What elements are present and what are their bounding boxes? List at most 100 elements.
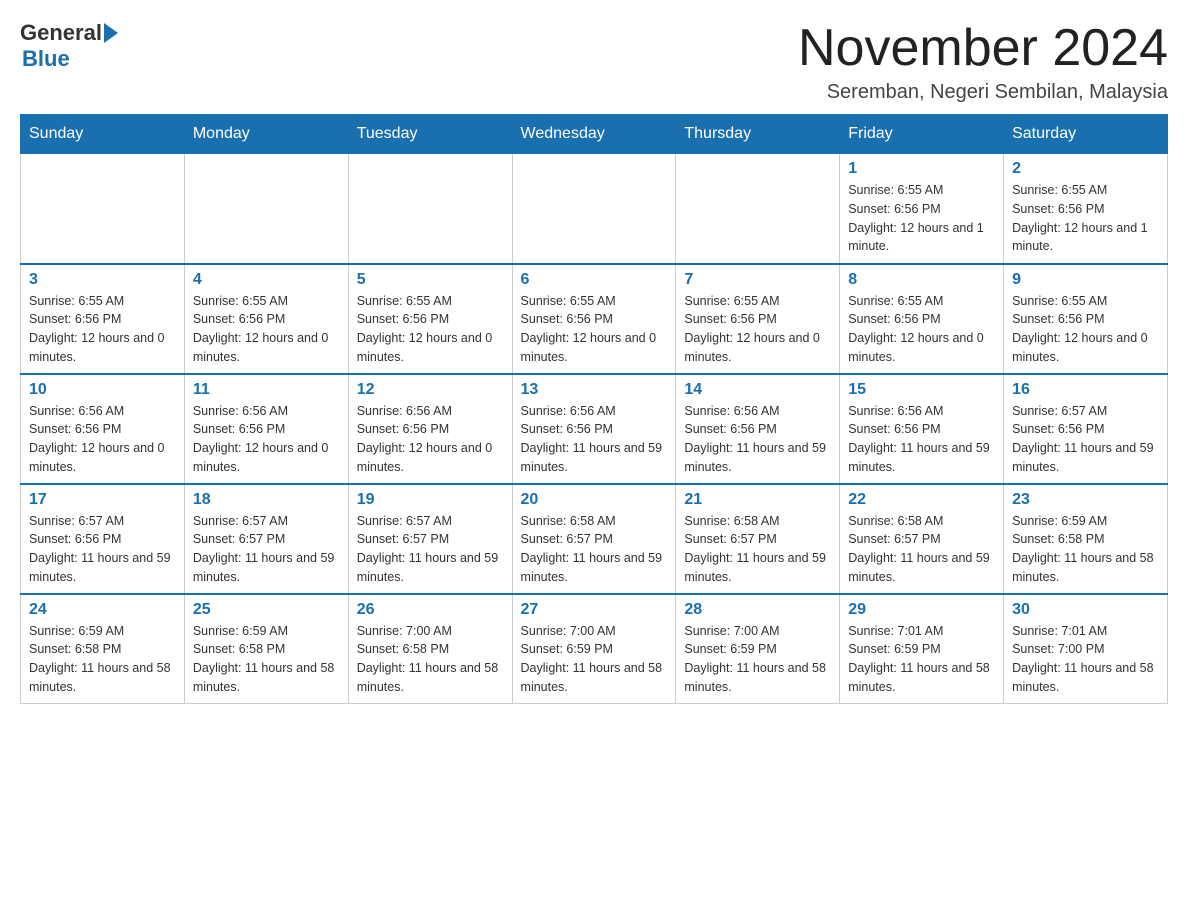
day-number: 19 [357,491,504,509]
day-number: 23 [1012,491,1159,509]
day-info: Sunrise: 6:55 AMSunset: 6:56 PMDaylight:… [848,181,995,256]
calendar-cell: 28 Sunrise: 7:00 AMSunset: 6:59 PMDayligh… [676,594,840,704]
day-info: Sunrise: 6:58 AMSunset: 6:57 PMDaylight:… [684,512,831,587]
calendar-cell: 13 Sunrise: 6:56 AMSunset: 6:56 PMDayligh… [512,374,676,484]
calendar-cell: 8 Sunrise: 6:55 AMSunset: 6:56 PMDaylight… [840,264,1004,374]
day-number: 12 [357,381,504,399]
day-info: Sunrise: 6:55 AMSunset: 6:56 PMDaylight:… [848,292,995,367]
day-info: Sunrise: 6:57 AMSunset: 6:56 PMDaylight:… [1012,402,1159,477]
week-row-5: 24 Sunrise: 6:59 AMSunset: 6:58 PMDayligh… [21,594,1168,704]
day-number: 26 [357,601,504,619]
month-title: November 2024 [798,20,1168,77]
week-row-1: 1 Sunrise: 6:55 AMSunset: 6:56 PMDaylight… [21,154,1168,264]
day-info: Sunrise: 7:01 AMSunset: 6:59 PMDaylight:… [848,622,995,697]
col-header-friday: Friday [840,115,1004,154]
calendar-cell: 18 Sunrise: 6:57 AMSunset: 6:57 PMDayligh… [184,484,348,594]
day-number: 28 [684,601,831,619]
calendar-cell: 26 Sunrise: 7:00 AMSunset: 6:58 PMDayligh… [348,594,512,704]
day-info: Sunrise: 6:56 AMSunset: 6:56 PMDaylight:… [193,402,340,477]
week-row-4: 17 Sunrise: 6:57 AMSunset: 6:56 PMDayligh… [21,484,1168,594]
day-number: 8 [848,271,995,289]
calendar-cell: 1 Sunrise: 6:55 AMSunset: 6:56 PMDaylight… [840,154,1004,264]
day-number: 6 [521,271,668,289]
col-header-saturday: Saturday [1004,115,1168,154]
day-number: 10 [29,381,176,399]
day-number: 27 [521,601,668,619]
calendar-cell: 16 Sunrise: 6:57 AMSunset: 6:56 PMDayligh… [1004,374,1168,484]
day-number: 2 [1012,160,1159,178]
day-info: Sunrise: 6:59 AMSunset: 6:58 PMDaylight:… [29,622,176,697]
day-info: Sunrise: 6:55 AMSunset: 6:56 PMDaylight:… [193,292,340,367]
day-number: 17 [29,491,176,509]
day-number: 22 [848,491,995,509]
day-info: Sunrise: 6:57 AMSunset: 6:57 PMDaylight:… [193,512,340,587]
week-row-2: 3Sunrise: 6:55 AMSunset: 6:56 PMDaylight… [21,264,1168,374]
day-info: Sunrise: 6:57 AMSunset: 6:56 PMDaylight:… [29,512,176,587]
col-header-sunday: Sunday [21,115,185,154]
calendar-cell: 2 Sunrise: 6:55 AMSunset: 6:56 PMDaylight… [1004,154,1168,264]
logo: General Blue [20,20,118,72]
calendar-cell: 10Sunrise: 6:56 AMSunset: 6:56 PMDayligh… [21,374,185,484]
day-number: 11 [193,381,340,399]
day-number: 13 [521,381,668,399]
day-number: 15 [848,381,995,399]
day-info: Sunrise: 6:55 AMSunset: 6:56 PMDaylight:… [1012,181,1159,256]
day-info: Sunrise: 6:55 AMSunset: 6:56 PMDaylight:… [1012,292,1159,367]
day-number: 30 [1012,601,1159,619]
calendar-cell: 22 Sunrise: 6:58 AMSunset: 6:57 PMDayligh… [840,484,1004,594]
page-header: General Blue November 2024 Seremban, Neg… [20,20,1168,104]
col-header-monday: Monday [184,115,348,154]
day-info: Sunrise: 6:56 AMSunset: 6:56 PMDaylight:… [521,402,668,477]
col-header-wednesday: Wednesday [512,115,676,154]
calendar-cell: 27 Sunrise: 7:00 AMSunset: 6:59 PMDayligh… [512,594,676,704]
day-info: Sunrise: 6:59 AMSunset: 6:58 PMDaylight:… [193,622,340,697]
calendar-cell: 17 Sunrise: 6:57 AMSunset: 6:56 PMDayligh… [21,484,185,594]
day-info: Sunrise: 6:55 AMSunset: 6:56 PMDaylight:… [521,292,668,367]
day-info: Sunrise: 6:56 AMSunset: 6:56 PMDaylight:… [357,402,504,477]
day-info: Sunrise: 6:58 AMSunset: 6:57 PMDaylight:… [521,512,668,587]
calendar-cell: 5Sunrise: 6:55 AMSunset: 6:56 PMDaylight… [348,264,512,374]
calendar-cell: 14 Sunrise: 6:56 AMSunset: 6:56 PMDayligh… [676,374,840,484]
calendar-cell: 25 Sunrise: 6:59 AMSunset: 6:58 PMDayligh… [184,594,348,704]
day-info: Sunrise: 7:00 AMSunset: 6:59 PMDaylight:… [521,622,668,697]
day-info: Sunrise: 7:00 AMSunset: 6:58 PMDaylight:… [357,622,504,697]
calendar-cell: 4Sunrise: 6:55 AMSunset: 6:56 PMDaylight… [184,264,348,374]
calendar-cell: 12 Sunrise: 6:56 AMSunset: 6:56 PMDayligh… [348,374,512,484]
calendar-cell: 7Sunrise: 6:55 AMSunset: 6:56 PMDaylight… [676,264,840,374]
location: Seremban, Negeri Sembilan, Malaysia [798,81,1168,104]
header-row: SundayMondayTuesdayWednesdayThursdayFrid… [21,115,1168,154]
day-info: Sunrise: 6:58 AMSunset: 6:57 PMDaylight:… [848,512,995,587]
day-number: 24 [29,601,176,619]
day-info: Sunrise: 6:55 AMSunset: 6:56 PMDaylight:… [29,292,176,367]
calendar-table: SundayMondayTuesdayWednesdayThursdayFrid… [20,114,1168,704]
day-number: 7 [684,271,831,289]
week-row-3: 10 Sunrise: 6:56 AMSunset: 6:56 PMDayligh… [21,374,1168,484]
calendar-cell [21,154,185,264]
calendar-cell [348,154,512,264]
col-header-tuesday: Tuesday [348,115,512,154]
logo-arrow-icon [104,23,118,43]
calendar-cell: 21 Sunrise: 6:58 AMSunset: 6:57 PMDayligh… [676,484,840,594]
logo-general: General [20,20,102,46]
day-info: Sunrise: 6:56 AMSunset: 6:56 PMDaylight:… [684,402,831,477]
day-info: Sunrise: 6:59 AMSunset: 6:58 PMDaylight:… [1012,512,1159,587]
day-info: Sunrise: 6:57 AMSunset: 6:57 PMDaylight:… [357,512,504,587]
calendar-cell: 23 Sunrise: 6:59 AMSunset: 6:58 PMDayligh… [1004,484,1168,594]
calendar-cell: 29 Sunrise: 7:01 AMSunset: 6:59 PMDayligh… [840,594,1004,704]
day-number: 1 [848,160,995,178]
day-number: 16 [1012,381,1159,399]
calendar-cell: 19 Sunrise: 6:57 AMSunset: 6:57 PMDayligh… [348,484,512,594]
day-info: Sunrise: 6:56 AMSunset: 6:56 PMDaylight:… [848,402,995,477]
day-number: 21 [684,491,831,509]
day-number: 18 [193,491,340,509]
day-info: Sunrise: 7:00 AMSunset: 6:59 PMDaylight:… [684,622,831,697]
day-number: 14 [684,381,831,399]
calendar-cell: 9Sunrise: 6:55 AMSunset: 6:56 PMDaylight… [1004,264,1168,374]
day-number: 5 [357,271,504,289]
day-number: 25 [193,601,340,619]
calendar-cell: 30Sunrise: 7:01 AMSunset: 7:00 PMDayligh… [1004,594,1168,704]
calendar-cell: 20Sunrise: 6:58 AMSunset: 6:57 PMDayligh… [512,484,676,594]
calendar-cell [676,154,840,264]
calendar-cell: 11 Sunrise: 6:56 AMSunset: 6:56 PMDayligh… [184,374,348,484]
day-number: 29 [848,601,995,619]
